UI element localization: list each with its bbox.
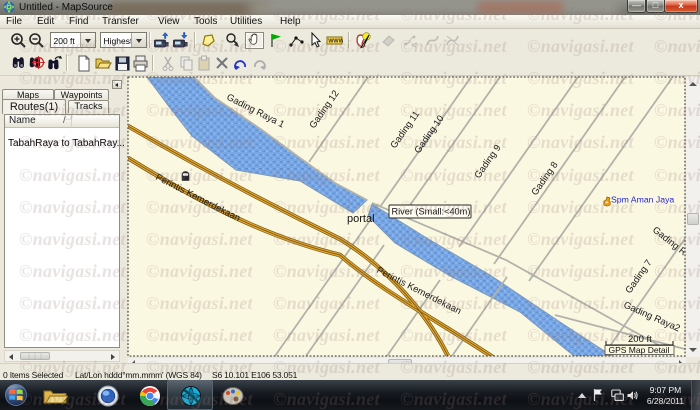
- svg-text:River (Small:<40m): River (Small:<40m): [392, 207, 471, 217]
- svg-text:GPS Map Detail: GPS Map Detail: [609, 345, 670, 355]
- svg-text:portal: portal: [347, 213, 375, 225]
- svg-text:200 ft: 200 ft: [628, 334, 652, 345]
- svg-text:Spm Aman Jaya: Spm Aman Jaya: [611, 195, 674, 205]
